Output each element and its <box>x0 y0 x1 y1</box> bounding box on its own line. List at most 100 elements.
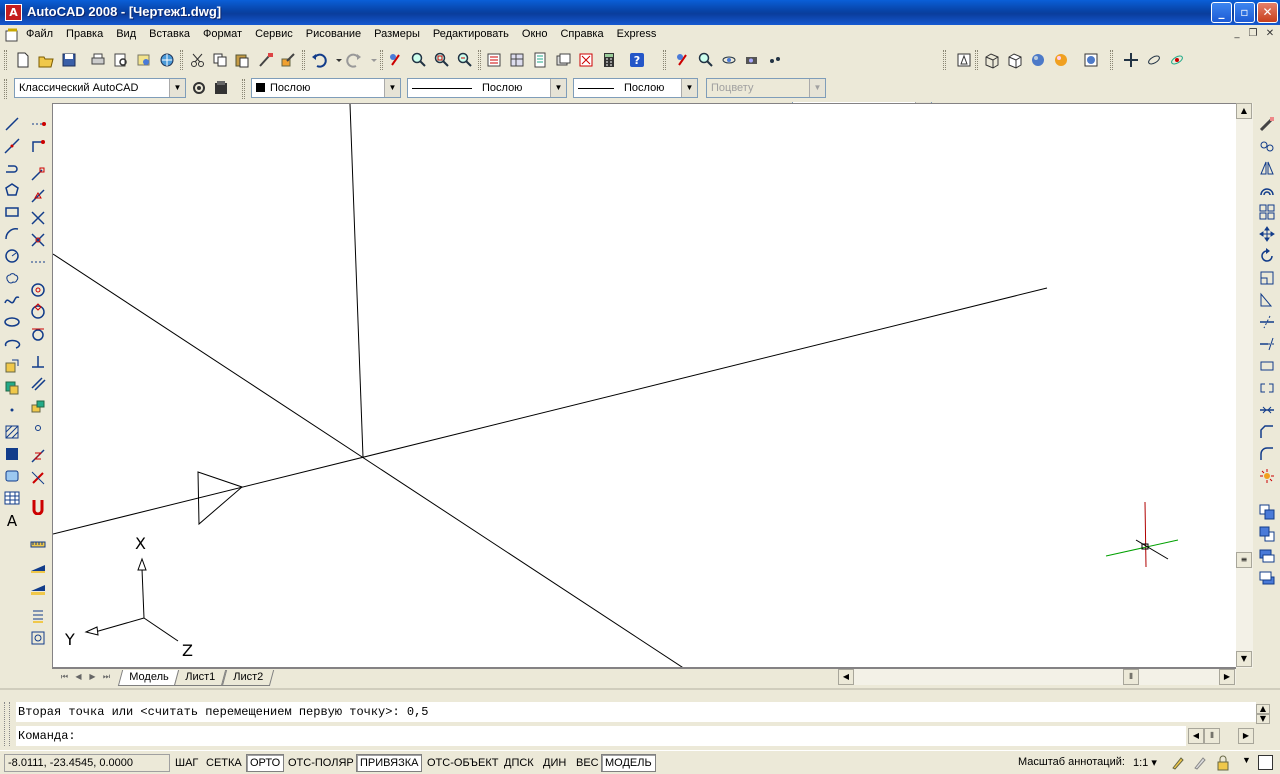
status-toggle[interactable]: ОТС-ПОЛЯР <box>284 754 358 772</box>
doc-restore-button[interactable]: ❐ <box>1246 28 1260 42</box>
walk-icon[interactable] <box>766 51 784 69</box>
cut-icon[interactable] <box>189 51 207 69</box>
toolbar-grip[interactable] <box>242 79 245 99</box>
horizontal-scrollbar[interactable]: ◀ ⦀ ▶ <box>838 669 1236 685</box>
publish-web-icon[interactable] <box>158 51 176 69</box>
document-icon[interactable] <box>4 27 20 43</box>
redo-icon[interactable] <box>345 51 363 69</box>
dimension-linear-icon[interactable] <box>29 535 47 553</box>
design-center-icon[interactable] <box>508 51 526 69</box>
make-block-icon[interactable] <box>3 379 21 397</box>
3d-wireframe-icon[interactable] <box>983 51 1001 69</box>
point-icon[interactable] <box>3 401 21 419</box>
3d-pan-icon[interactable] <box>1122 51 1140 69</box>
workspace-combo[interactable]: Классический AutoCAD ▼ <box>14 78 186 98</box>
workspace-settings-icon[interactable] <box>190 79 208 97</box>
dimension-aligned-icon[interactable] <box>29 557 47 575</box>
zoom-window-icon[interactable] <box>433 51 451 69</box>
3d-orbit-icon[interactable] <box>1145 51 1163 69</box>
status-toggle[interactable]: ВЕС <box>572 754 603 772</box>
toolbar-grip[interactable] <box>4 50 7 70</box>
chevron-down-icon[interactable]: ▼ <box>384 79 400 97</box>
status-menu-arrow[interactable]: ▼ <box>1242 755 1251 765</box>
camera-icon[interactable] <box>743 51 761 69</box>
snap-intersection-icon[interactable] <box>29 209 47 227</box>
snap-nearest-icon[interactable] <box>29 447 47 465</box>
mirror-icon[interactable] <box>1258 159 1276 177</box>
menu-item[interactable]: Express <box>617 28 657 40</box>
block-editor-icon[interactable] <box>279 51 297 69</box>
status-toggle[interactable]: ДИН <box>539 754 570 772</box>
properties-icon[interactable] <box>485 51 503 69</box>
erase-icon[interactable] <box>1258 115 1276 133</box>
dimension-arc-icon[interactable] <box>29 579 47 597</box>
copy-object-icon[interactable] <box>1258 137 1276 155</box>
menu-item[interactable]: Вставка <box>149 28 190 40</box>
spline-icon[interactable] <box>3 291 21 309</box>
dimension-radius-icon[interactable] <box>29 629 47 647</box>
lineweight-combo[interactable]: Послою ▼ <box>573 78 698 98</box>
autocad-logo-icon[interactable]: A <box>5 4 22 21</box>
2d-wireframe-icon[interactable] <box>955 51 973 69</box>
chevron-down-icon[interactable]: ▼ <box>681 79 697 97</box>
orbit-icon[interactable] <box>720 51 738 69</box>
lock-icon[interactable] <box>1215 755 1231 771</box>
match-properties-icon[interactable] <box>257 51 275 69</box>
hatch-icon[interactable] <box>3 423 21 441</box>
join-icon[interactable] <box>1258 401 1276 419</box>
sheet-set-icon[interactable] <box>554 51 572 69</box>
prev-tab-button[interactable]: ◀ <box>72 670 85 684</box>
drawing-line[interactable] <box>349 104 364 458</box>
chevron-down-icon[interactable]: ▼ <box>169 79 185 97</box>
snap-endpoint-icon[interactable] <box>29 165 47 183</box>
scroll-left-button[interactable]: ◀ <box>838 669 854 685</box>
gradient-icon[interactable] <box>3 445 21 463</box>
redo-dropdown-icon[interactable] <box>365 51 377 69</box>
toolbar-grip[interactable] <box>663 50 666 70</box>
menu-item[interactable]: Редактировать <box>433 28 509 40</box>
help-icon[interactable]: ? <box>628 51 646 69</box>
status-toggle[interactable]: ДПСК <box>500 754 538 772</box>
menu-item[interactable]: Вид <box>116 28 136 40</box>
rectangle-icon[interactable] <box>3 203 21 221</box>
visual-styles-manager-icon[interactable] <box>1082 51 1100 69</box>
hscroll-thumb[interactable]: ⦀ <box>1123 669 1139 685</box>
draw-order-back-icon[interactable] <box>1258 525 1276 543</box>
paste-icon[interactable] <box>233 51 251 69</box>
minimize-button[interactable]: _ <box>1211 2 1232 23</box>
fillet-icon[interactable] <box>1258 445 1276 463</box>
dimension-ordinate-icon[interactable] <box>29 607 47 625</box>
arc-icon[interactable] <box>3 225 21 243</box>
scroll-right-button[interactable]: ▶ <box>1219 669 1235 685</box>
undo-dropdown-icon[interactable] <box>330 51 342 69</box>
construction-line-icon[interactable] <box>3 137 21 155</box>
next-tab-button[interactable]: ▶ <box>86 670 99 684</box>
scroll-down-button[interactable]: ▼ <box>1236 651 1252 667</box>
drawing-line[interactable] <box>53 287 1048 535</box>
break-at-point-icon[interactable] <box>1258 357 1276 375</box>
tab-sheet1[interactable]: Лист1 <box>173 670 227 686</box>
rotate-icon[interactable] <box>1258 247 1276 265</box>
multiline-text-icon[interactable]: A <box>3 511 21 530</box>
menu-item[interactable]: Файл <box>26 28 53 40</box>
new-file-icon[interactable] <box>14 51 32 69</box>
maximize-button[interactable]: ▫ <box>1234 2 1255 23</box>
publish-icon[interactable] <box>135 51 153 69</box>
command-scroll-down-button[interactable]: ▼ <box>1256 714 1270 724</box>
trim-icon[interactable] <box>1258 313 1276 331</box>
command-scroll-up-button[interactable]: ▲ <box>1256 704 1270 714</box>
print-icon[interactable] <box>89 51 107 69</box>
menu-item[interactable]: Формат <box>203 28 242 40</box>
tab-sheet2[interactable]: Лист2 <box>221 670 275 686</box>
zoom-icon[interactable] <box>697 51 715 69</box>
status-toggle[interactable]: ПРИВЯЗКА <box>356 754 423 772</box>
open-file-icon[interactable] <box>37 51 55 69</box>
draw-order-above-icon[interactable] <box>1258 547 1276 565</box>
snap-node-icon[interactable] <box>29 419 47 437</box>
stretch-icon[interactable] <box>1258 291 1276 309</box>
snap-perpendicular-icon[interactable] <box>29 353 47 371</box>
print-preview-icon[interactable] <box>112 51 130 69</box>
tool-palettes-icon[interactable] <box>531 51 549 69</box>
snap-insert-icon[interactable] <box>29 397 47 415</box>
scroll-thumb[interactable]: ≡ <box>1236 552 1252 568</box>
